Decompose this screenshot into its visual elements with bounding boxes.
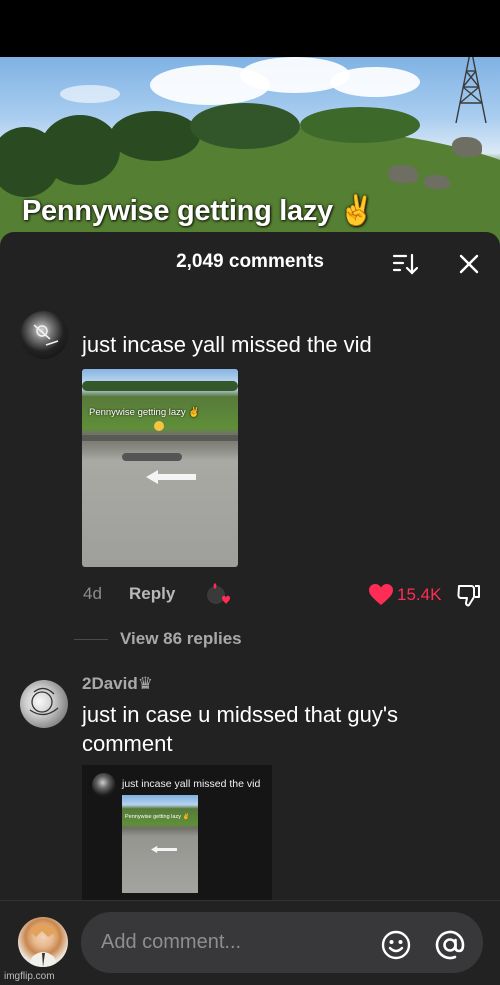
view-replies-button[interactable]: View 86 replies [120, 629, 242, 649]
comment-text-line-1: just in case u midssed that guy's [82, 702, 399, 727]
thumb-pothole [122, 453, 182, 461]
emoji-icon[interactable] [380, 929, 412, 961]
road-arrow-marking [151, 845, 177, 854]
reply-button[interactable]: Reply [129, 584, 175, 604]
comment-text: just incase yall missed the vid [82, 332, 372, 357]
commenter-avatar[interactable] [20, 680, 68, 728]
mention-icon[interactable] [433, 928, 467, 962]
victory-hand-emoji: ✌️ [338, 193, 375, 227]
rock [388, 165, 418, 183]
thumb-guardrail [82, 435, 238, 441]
video-caption: Pennywise getting lazy ✌️ [22, 193, 375, 228]
sort-icon[interactable] [392, 252, 418, 276]
replies-divider [74, 639, 108, 640]
comment-video-thumbnail[interactable]: Pennywise getting lazy ✌️ [82, 369, 238, 567]
dislike-icon[interactable] [456, 582, 482, 608]
cloud [330, 67, 420, 97]
rock [424, 175, 450, 189]
video-frame[interactable]: Pennywise getting lazy ✌️ [0, 57, 500, 257]
imgflip-watermark: imgflip.com [4, 971, 55, 982]
thumb-caption: Pennywise getting lazy ✌️ [89, 407, 201, 418]
nested-avatar [92, 773, 116, 797]
comment-text-line-2: comment [82, 731, 173, 756]
avatar-art [33, 324, 59, 346]
thumb-trees [82, 381, 238, 391]
nested-thumb-caption: Pennywise getting lazy ✌️ [125, 814, 190, 820]
comment-time: 4d [83, 584, 102, 603]
road-arrow-marking [146, 470, 196, 484]
commenter-avatar[interactable] [20, 311, 68, 359]
rock [452, 137, 482, 157]
video-caption-text: Pennywise getting lazy [22, 195, 333, 227]
close-icon[interactable] [457, 252, 481, 276]
comment-count: 2,049 comments [176, 251, 324, 272]
like-count: 15.4K [397, 585, 442, 604]
tree [110, 111, 200, 161]
nested-comment-text: just incase yall missed the vid [122, 778, 261, 790]
comment-composer [0, 900, 500, 985]
comments-sheet: 2,049 comments just incase yall missed t… [0, 232, 500, 985]
creator-liked-badge-icon [207, 583, 230, 604]
tree [190, 103, 300, 149]
add-comment-input[interactable] [81, 912, 483, 973]
tree [40, 115, 120, 185]
comments-header: 2,049 comments [0, 232, 500, 294]
tree [300, 107, 420, 143]
nested-video-thumbnail: Pennywise getting lazy ✌️ [122, 795, 198, 893]
comment-username[interactable]: 2David♛ [82, 674, 153, 694]
comment-screenshot-image[interactable]: just incase yall missed the vid Pennywis… [82, 765, 272, 905]
my-avatar [18, 917, 68, 967]
cloud [60, 85, 120, 103]
avatar-art [29, 687, 59, 716]
like-heart-icon[interactable] [368, 583, 394, 607]
power-tower [455, 57, 487, 123]
avatar-art [28, 923, 58, 967]
crying-emoji [154, 421, 164, 431]
